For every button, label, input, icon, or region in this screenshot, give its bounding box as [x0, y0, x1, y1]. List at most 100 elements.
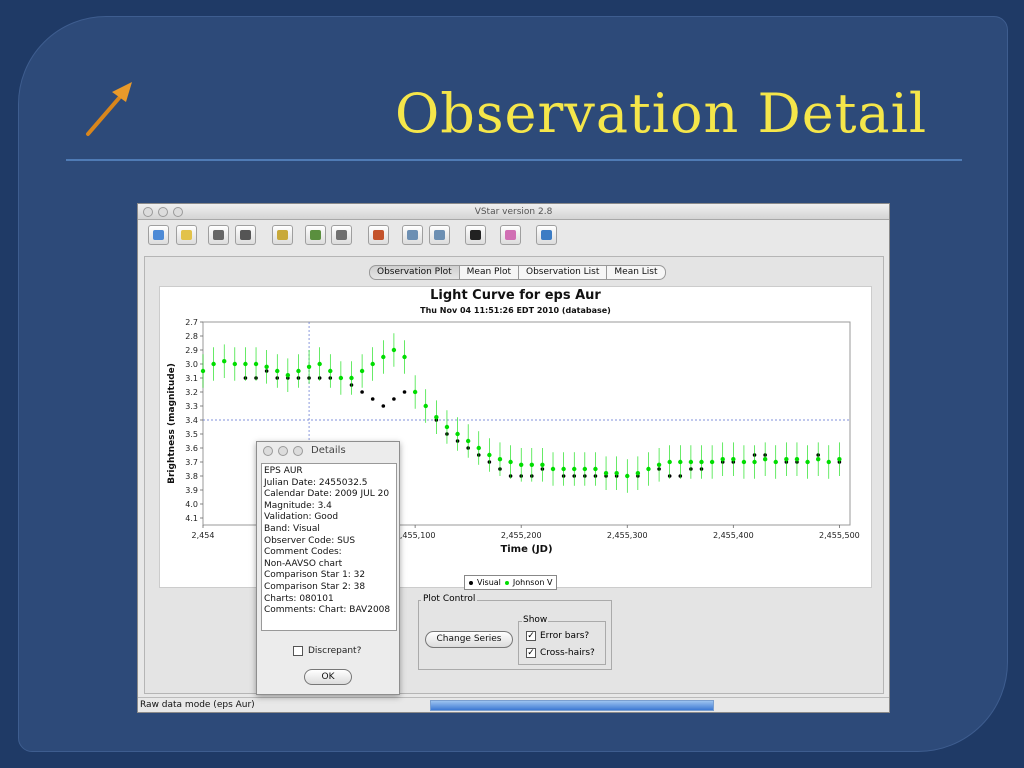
discrepant-row[interactable]: Discrepant?: [293, 646, 361, 656]
y-axis-label: Brightness (magnitude): [167, 363, 177, 484]
slide-title: Observation Detail: [395, 82, 928, 145]
johnson-v-point: [773, 459, 778, 465]
cross-hairs-checkbox[interactable]: ✓: [526, 648, 536, 658]
zoom-out-icon: [434, 230, 445, 240]
johnson-v-point: [423, 403, 428, 409]
details-titlebar[interactable]: Details: [257, 442, 399, 460]
print-icon: [240, 230, 251, 240]
change-series-button[interactable]: Change Series: [425, 631, 513, 648]
y-tick-label: 3.8: [185, 472, 198, 481]
error-bars-row[interactable]: ✓ Error bars?: [526, 631, 589, 641]
johnson-v-point: [826, 459, 831, 465]
y-tick-label: 3.4: [185, 416, 198, 425]
minimize-window-button[interactable]: [158, 207, 168, 217]
zoom-window-button[interactable]: [173, 207, 183, 217]
help-button[interactable]: [536, 225, 557, 245]
plugin-button[interactable]: [500, 225, 521, 245]
status-bar: Raw data mode (eps Aur): [138, 697, 889, 712]
johnson-v-point: [328, 368, 333, 374]
error-bars-checkbox[interactable]: ✓: [526, 631, 536, 641]
visual-point: [370, 397, 375, 401]
details-line: Comparison Star 2: 38: [264, 581, 366, 592]
details-line: Band: Visual: [264, 523, 320, 534]
details-zoom-button[interactable]: [293, 446, 303, 456]
details-minimize-button[interactable]: [278, 446, 288, 456]
save-button[interactable]: [208, 225, 229, 245]
johnson-v-point: [784, 457, 789, 462]
new-star-button[interactable]: [148, 225, 169, 245]
johnson-v-point: [508, 459, 513, 465]
filter-button[interactable]: [465, 225, 486, 245]
phase-plot-button[interactable]: [331, 225, 352, 245]
cross-hairs-row[interactable]: ✓ Cross-hairs?: [526, 648, 595, 658]
details-close-button[interactable]: [263, 446, 273, 456]
title-divider: [66, 159, 962, 161]
y-tick-label: 3.1: [185, 374, 198, 383]
johnson-v-point: [572, 466, 577, 472]
y-tick-label: 3.9: [185, 486, 198, 495]
progress-bar: [430, 700, 714, 711]
star-info-button[interactable]: [272, 225, 293, 245]
johnson-v-point: [603, 471, 609, 476]
legend-visual-label: Visual: [477, 578, 501, 587]
johnson-v-point: [370, 361, 375, 367]
visual-point: [381, 404, 386, 408]
x-tick-label: 2,455,100: [395, 531, 436, 540]
johnson-v-point: [529, 462, 535, 467]
details-line: Comparison Star 1: 32: [264, 570, 366, 581]
johnson-v-point: [381, 354, 386, 360]
johnson-v-point: [518, 462, 524, 467]
tab-mean-list[interactable]: Mean List: [607, 265, 666, 280]
print-button[interactable]: [235, 225, 256, 245]
plot-control-label: Plot Control: [421, 594, 478, 604]
details-line: EPS AUR: [264, 466, 303, 476]
period-search-icon: [373, 230, 384, 240]
johnson-v-point: [582, 466, 588, 472]
close-window-button[interactable]: [143, 207, 153, 217]
y-tick-label: 3.5: [185, 430, 198, 439]
period-search-button[interactable]: [368, 225, 389, 245]
tab-mean-plot[interactable]: Mean Plot: [459, 265, 519, 280]
raw-data-button[interactable]: [305, 225, 326, 245]
johnson-v-point: [540, 462, 545, 467]
johnson-v-point: [741, 459, 747, 465]
details-title: Details: [311, 445, 346, 456]
y-tick-label: 3.2: [185, 388, 198, 397]
new-star-icon: [153, 230, 164, 240]
johnson-v-point: [434, 415, 439, 420]
filter-icon: [470, 230, 481, 240]
johnson-v-point: [805, 459, 810, 465]
y-tick-label: 2.8: [185, 332, 198, 341]
open-file-button[interactable]: [176, 225, 197, 245]
discrepant-checkbox[interactable]: [293, 646, 303, 656]
tab-observation-list[interactable]: Observation List: [519, 265, 608, 280]
johnson-v-point: [306, 364, 312, 369]
star-info-icon: [277, 230, 288, 240]
ok-button[interactable]: OK: [304, 669, 352, 685]
y-tick-label: 4.0: [185, 500, 198, 509]
status-text: Raw data mode (eps Aur): [140, 700, 255, 710]
x-tick-label: 2,455,400: [713, 531, 754, 540]
zoom-in-button[interactable]: [402, 225, 423, 245]
show-label: Show: [522, 615, 549, 625]
johnson-v-point: [667, 459, 672, 465]
window-titlebar[interactable]: VStar version 2.8: [138, 204, 889, 220]
x-tick-label: 2,455,200: [501, 531, 542, 540]
phase-plot-icon: [336, 230, 347, 240]
tab-observation-plot[interactable]: Observation Plot: [369, 265, 460, 280]
toolbar: [138, 220, 889, 250]
johnson-v-point: [444, 424, 450, 430]
details-text-area[interactable]: EPS AUR Julian Date: 2455032.5 Calendar …: [261, 463, 397, 631]
y-tick-label: 4.1: [185, 514, 198, 523]
discrepant-label: Discrepant?: [308, 646, 362, 656]
johnson-v-point: [561, 466, 566, 472]
johnson-v-point: [412, 389, 418, 395]
johnson-v-point: [487, 452, 492, 458]
plugin-icon: [505, 230, 516, 240]
johnson-v-point: [762, 457, 768, 462]
johnson-v-point: [593, 466, 598, 472]
johnson-v-point: [625, 473, 630, 479]
details-line: Comment Codes:: [264, 547, 342, 558]
chart-legend: Visual Johnson V: [464, 575, 558, 590]
zoom-out-button[interactable]: [429, 225, 450, 245]
